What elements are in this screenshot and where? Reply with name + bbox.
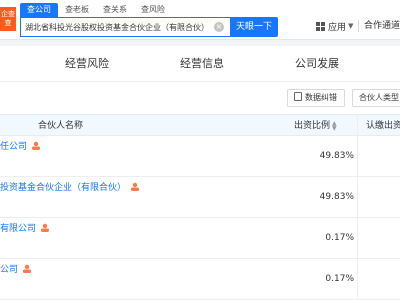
clear-icon[interactable]: × — [214, 22, 224, 32]
apps-label: 应用 — [328, 22, 347, 33]
table-row: 公司 0.17% — [0, 259, 400, 300]
ratio-value: 0.17% — [325, 233, 354, 243]
person-icon — [23, 264, 32, 273]
search-type-tabs: 查公司 查老板 查关系 查风险 — [20, 3, 172, 17]
edit-icon — [294, 92, 302, 101]
chevron-down-icon: ▼ — [348, 22, 354, 30]
column-ratio-label: 出资比例 — [294, 121, 331, 131]
search-tab-relation[interactable]: 查关系 — [96, 3, 134, 17]
table-row: 有限公司 0.17% — [0, 218, 400, 259]
search-tab-boss[interactable]: 查老板 — [58, 3, 96, 17]
table-row: 投资基金合伙企业（有限合伙） 49.83% — [0, 177, 400, 218]
search-button[interactable]: 天眼一下 — [230, 17, 278, 37]
partner-name-link[interactable]: 有限公司 — [0, 223, 50, 235]
partner-type-filter[interactable]: 合伙人类型 — [352, 89, 400, 107]
partner-channel-link[interactable]: 合作通道 — [364, 18, 400, 34]
ratio-value: 0.17% — [325, 274, 354, 284]
column-header-ratio[interactable]: 出资比例 ▲ ▼ — [294, 115, 337, 137]
search-tab-risk[interactable]: 查风险 — [134, 3, 172, 17]
person-icon — [32, 141, 41, 150]
sort-icon[interactable]: ▲ ▼ — [332, 120, 337, 131]
ratio-value: 49.83% — [319, 151, 354, 161]
search-input[interactable] — [25, 18, 210, 36]
partner-type-label: 合伙人类型 — [359, 93, 399, 102]
partner-name-link[interactable]: 投资基金合伙企业（有限合伙） — [0, 182, 140, 194]
tab-company-development[interactable]: 公司发展 — [295, 46, 339, 82]
search-box: × — [20, 17, 230, 37]
data-correction-button[interactable]: 数据纠错 — [287, 89, 345, 107]
column-header-amount: 认缴出资 — [366, 121, 400, 131]
apps-menu[interactable]: 应用 ▼ — [316, 18, 353, 34]
column-header-name: 合伙人名称 — [38, 121, 84, 131]
partner-name-link[interactable]: 任公司 — [0, 141, 41, 153]
tab-business-risk[interactable]: 经营风险 — [65, 46, 109, 82]
grid-icon — [316, 21, 325, 31]
ratio-value: 49.83% — [319, 192, 354, 202]
brand-logo[interactable]: 企查查 — [0, 7, 16, 31]
top-header: 企查查 查公司 查老板 查关系 查风险 × 天眼一下 应用 ▼ 合作通道 — [0, 0, 400, 40]
data-correction-label: 数据纠错 — [305, 93, 337, 102]
table-header: 合伙人名称 出资比例 ▲ ▼ 认缴出资 — [0, 114, 400, 136]
header-divider — [358, 20, 359, 32]
partner-name-link[interactable]: 公司 — [0, 264, 32, 276]
person-icon — [131, 182, 140, 191]
person-icon — [41, 223, 50, 232]
search-tab-company[interactable]: 查公司 — [20, 3, 58, 17]
tab-business-info[interactable]: 经营信息 — [180, 46, 224, 82]
table-row: 任公司 49.83% — [0, 136, 400, 177]
module-tabs: 经营风险 经营信息 公司发展 — [0, 46, 400, 82]
